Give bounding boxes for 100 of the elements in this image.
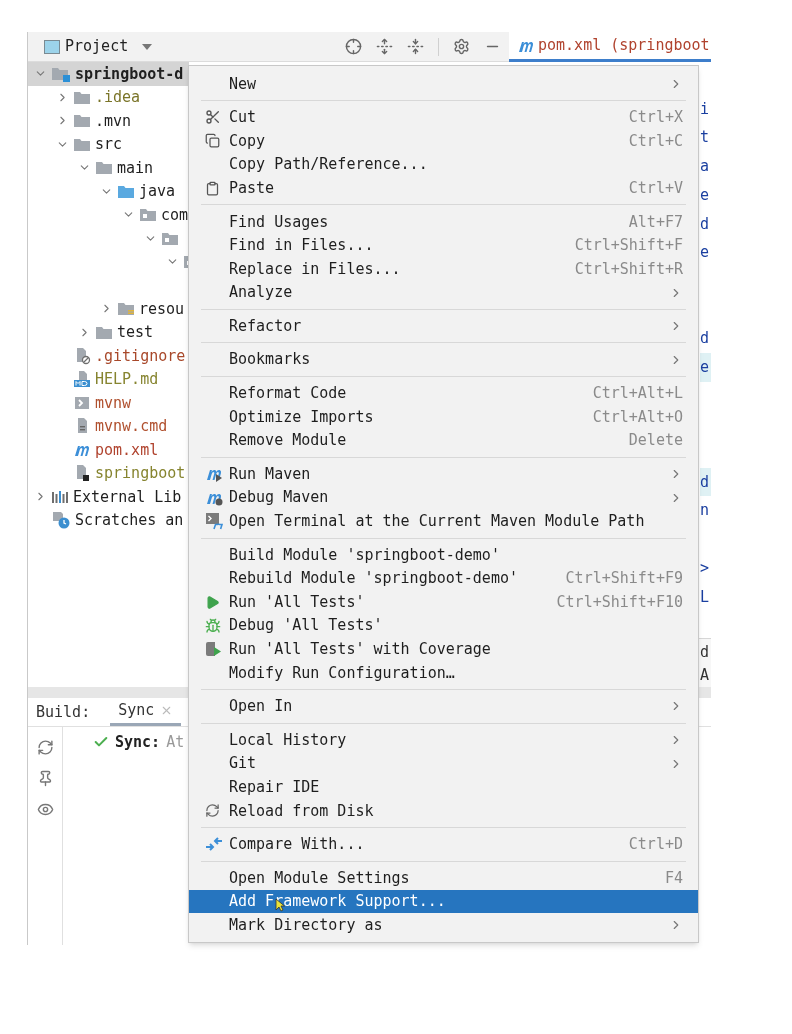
markdown-file-icon <box>73 370 91 389</box>
panel-line: d <box>700 642 711 664</box>
shortcut-hint: Ctrl+Shift+R <box>574 258 683 280</box>
tree-row[interactable]: main <box>28 156 189 180</box>
menu-item[interactable]: Copy Path/Reference... <box>189 152 698 177</box>
menu-item[interactable]: Reload from Disk <box>189 799 698 823</box>
eye-icon[interactable] <box>36 801 54 818</box>
menu-item[interactable]: Open Terminal at the Current Maven Module Path <box>189 509 698 534</box>
tree-item-label: mvnw <box>95 392 132 414</box>
tree-row[interactable]: mvnw <box>28 391 189 415</box>
tree-row[interactable]: pom.xml <box>28 438 189 462</box>
expand-all-icon[interactable] <box>376 38 393 55</box>
tree-item-label: src <box>95 134 123 155</box>
collapse-all-icon[interactable] <box>407 38 424 55</box>
tree-row[interactable]: .mvn <box>28 109 189 133</box>
shortcut-hint: Alt+F7 <box>628 211 683 233</box>
menu-item[interactable]: Debug Maven <box>189 485 698 510</box>
tree-row[interactable]: .idea <box>28 85 189 109</box>
code-line: t <box>700 127 711 149</box>
folder-icon <box>73 136 91 152</box>
tree-item-label: pom.xml <box>95 439 159 461</box>
menu-item[interactable]: Build Module 'springboot-demo' <box>189 543 698 567</box>
menu-item[interactable]: Repair IDE <box>189 775 698 800</box>
shortcut-hint: F4 <box>664 867 683 889</box>
folder-icon <box>117 183 135 199</box>
tree-item-label: .mvn <box>95 110 132 132</box>
coverage-icon <box>205 640 223 659</box>
tree-row[interactable]: test <box>28 320 189 344</box>
menu-item[interactable]: Bookmarks <box>189 347 698 372</box>
tree-row[interactable]: springboot <box>28 461 189 485</box>
menu-item[interactable]: Run Maven <box>189 462 698 486</box>
shortcut-hint: Ctrl+Alt+L <box>592 383 683 405</box>
menu-item[interactable]: Analyze <box>189 280 698 305</box>
menu-item[interactable]: Local History <box>189 728 698 752</box>
tree-item-label: mvnw.cmd <box>95 416 168 437</box>
tree-row[interactable]: HELP.md <box>28 367 189 391</box>
menu-item[interactable]: Remove Module Delete <box>189 428 698 453</box>
shortcut-hint: Ctrl+D <box>628 834 683 856</box>
refresh-icon[interactable] <box>36 739 54 756</box>
code-line: e <box>700 242 711 264</box>
menu-item[interactable]: Optimize Imports Ctrl+Alt+O <box>189 405 698 429</box>
shortcut-hint: Ctrl+Alt+O <box>592 406 683 428</box>
tree-row[interactable]: Scratches an <box>28 508 189 532</box>
tree-row[interactable]: springboot-d <box>28 62 189 86</box>
settings-icon[interactable] <box>453 38 470 55</box>
menu-item[interactable]: Run 'All Tests' with Coverage <box>189 637 698 662</box>
code-line: a <box>700 156 711 178</box>
tree-item-label: main <box>117 157 154 179</box>
build-tab[interactable]: Sync <box>110 698 182 726</box>
panel-title[interactable]: Project <box>65 35 129 58</box>
menu-item[interactable]: Mark Directory as <box>189 913 698 937</box>
menu-item[interactable]: Git <box>189 751 698 776</box>
folder-icon <box>95 160 113 176</box>
menu-item[interactable]: Compare With... Ctrl+D <box>189 832 698 857</box>
tree-item-label: springboot-d <box>75 63 184 85</box>
tree-row[interactable]: src <box>28 132 189 156</box>
menu-item[interactable]: Paste Ctrl+V <box>189 176 698 200</box>
tree-item-label: .gitignore <box>95 345 186 367</box>
tree-row[interactable]: mvnw.cmd <box>28 414 189 438</box>
sync-detail: At <box>166 731 185 753</box>
tree-row[interactable]: .gitignore <box>28 344 189 368</box>
menu-item[interactable]: New <box>189 72 698 96</box>
menu-item[interactable]: Open Module Settings F4 <box>189 866 698 890</box>
panel-line: A <box>700 665 711 687</box>
code-line: L <box>700 586 711 608</box>
folder-icon <box>73 113 91 129</box>
menu-item[interactable]: Rebuild Module 'springboot-demo' Ctrl+Shift+F9 <box>189 566 698 591</box>
menu-item[interactable]: Find Usages Alt+F7 <box>189 209 698 234</box>
code-line: d <box>700 328 711 350</box>
menu-item[interactable]: Modify Run Configuration… <box>189 661 698 685</box>
tree-item-label: test <box>117 322 154 343</box>
scissors-icon <box>205 109 221 126</box>
menu-item[interactable]: Cut Ctrl+X <box>189 105 698 130</box>
menu-item[interactable]: Run 'All Tests' Ctrl+Shift+F10 <box>189 590 698 614</box>
tree-row[interactable]: java <box>28 179 189 203</box>
dropdown-caret-icon[interactable] <box>142 43 153 50</box>
tree-item-label: java <box>139 181 176 202</box>
shortcut-hint: Ctrl+C <box>628 130 683 152</box>
menu-item[interactable]: Copy Ctrl+C <box>189 129 698 153</box>
tree-item-label: HELP.md <box>95 369 159 390</box>
terminal-icon <box>205 512 223 531</box>
tree-item-label: External Lib <box>73 486 182 508</box>
menu-item[interactable]: Reformat Code Ctrl+Alt+L <box>189 381 698 406</box>
menu-item[interactable]: Debug 'All Tests' <box>189 613 698 638</box>
libraries-icon <box>51 488 69 505</box>
menu-item[interactable]: Replace in Files... Ctrl+Shift+R <box>189 257 698 281</box>
shortcut-hint: Ctrl+Shift+F <box>574 235 683 257</box>
code-line: > <box>700 557 711 579</box>
menu-item[interactable]: Refactor <box>189 314 698 338</box>
folder-icon <box>95 324 113 340</box>
menu-item[interactable]: Add Framework Support... <box>189 889 698 914</box>
tree-item-label: springboot <box>95 463 186 484</box>
locate-icon[interactable] <box>345 38 362 55</box>
shortcut-hint: Ctrl+V <box>628 177 683 199</box>
menu-item[interactable]: Open In <box>189 694 698 719</box>
tree-row[interactable]: resou <box>28 297 189 321</box>
menu-item[interactable]: Find in Files... Ctrl+Shift+F <box>189 233 698 258</box>
tree-item-label: Scratches an <box>75 510 184 531</box>
tree-row[interactable]: com <box>28 203 189 227</box>
tree-row[interactable]: External Lib <box>28 485 189 509</box>
